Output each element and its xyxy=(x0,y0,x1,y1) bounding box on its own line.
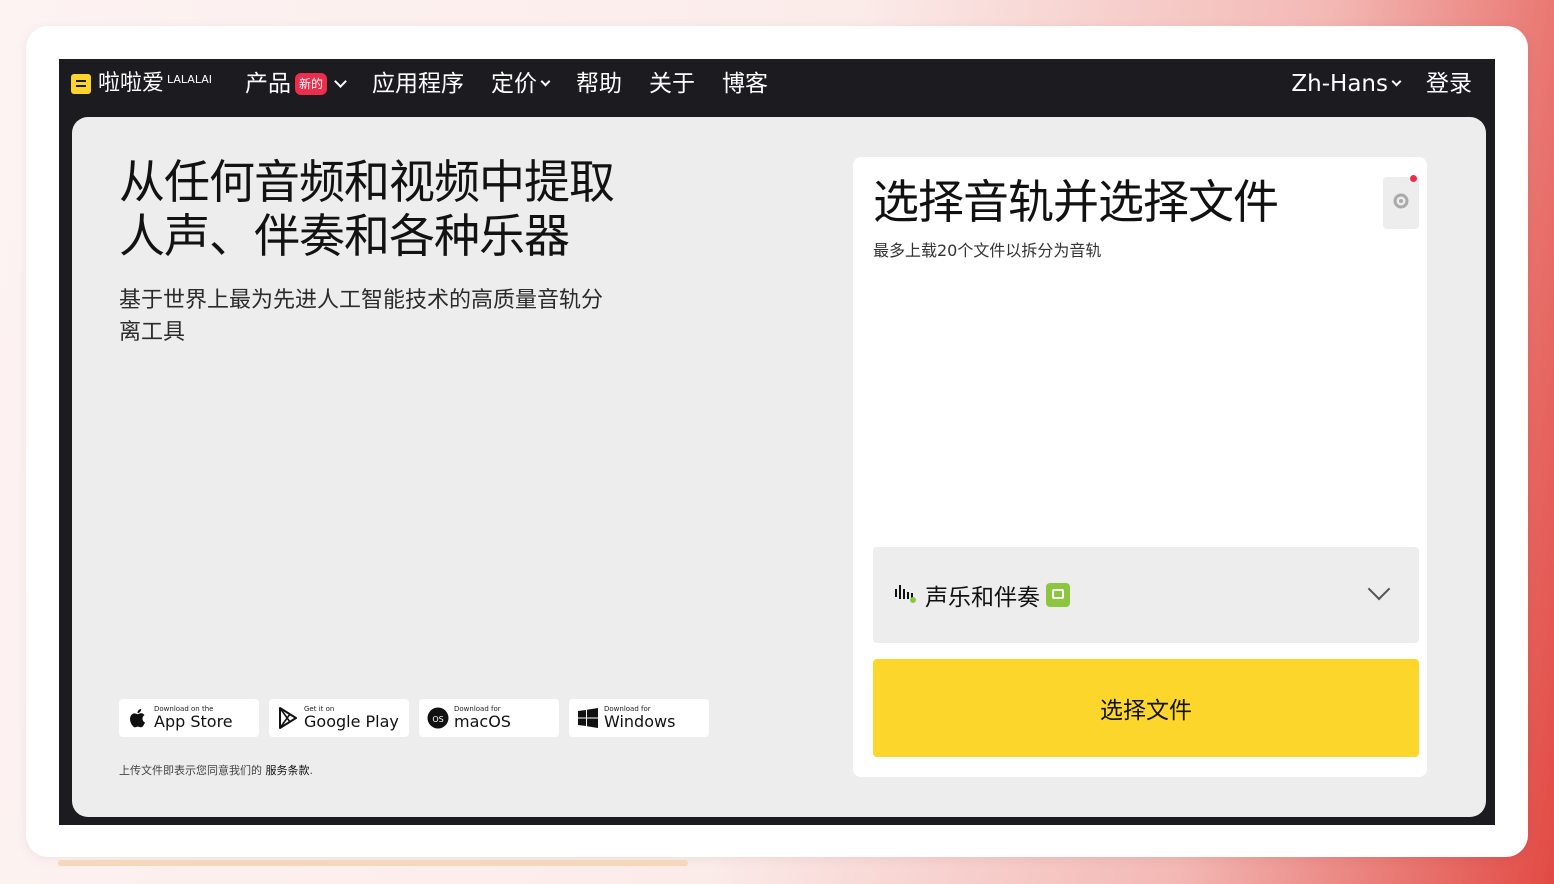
gear-icon xyxy=(1392,192,1410,214)
nav-about[interactable]: 关于 xyxy=(649,68,695,100)
nav-about-label: 关于 xyxy=(649,71,696,97)
nav-pricing[interactable]: 定价 xyxy=(491,68,551,100)
notification-dot xyxy=(1410,175,1417,182)
svg-text:OS: OS xyxy=(432,715,443,724)
nav-blog[interactable]: 博客 xyxy=(722,68,768,100)
upload-card: 选择音轨并选择文件 最多上载20个文件以拆分为音轨 声乐和伴奏 选择文件 xyxy=(853,157,1427,777)
google-play-icon xyxy=(277,707,299,729)
nav-help[interactable]: 帮助 xyxy=(576,68,622,100)
page-title: 从任何音频和视频中提取 人声、伴奏和各种乐器 xyxy=(119,155,679,263)
store-badges: Download on the App Store Get it on Goog… xyxy=(119,699,719,737)
macos-big: macOS xyxy=(454,712,511,731)
card-subtitle: 最多上载20个文件以拆分为音轨 xyxy=(873,241,1102,260)
chevron-down-icon xyxy=(1367,577,1391,601)
main-content: 从任何音频和视频中提取 人声、伴奏和各种乐器 基于世界上最为先进人工智能技术的高… xyxy=(72,117,1486,817)
app-window: 啦啦爱 LALALAI 产品 新的 应用程序 定价 帮助 关于 博客 Zh-Ha… xyxy=(59,59,1495,825)
windows-big: Windows xyxy=(604,712,676,731)
login-link[interactable]: 登录 xyxy=(1426,68,1472,100)
track-badge-icon xyxy=(1046,583,1070,607)
language-selector[interactable]: Zh-Hans xyxy=(1291,68,1402,100)
headline-line-1: 从任何音频和视频中提取 xyxy=(119,155,615,209)
nav-products-label: 产品 xyxy=(245,71,291,97)
nav-apps[interactable]: 应用程序 xyxy=(372,68,464,100)
nav-apps-label: 应用程序 xyxy=(372,71,465,97)
language-label: Zh-Hans xyxy=(1291,71,1388,97)
google-play-big: Google Play xyxy=(304,712,399,731)
terms-suffix: . xyxy=(309,764,314,777)
logo-text: 啦啦爱 xyxy=(98,71,165,96)
app-store-button[interactable]: Download on the App Store xyxy=(119,699,259,737)
logo[interactable]: 啦啦爱 LALALAI xyxy=(71,72,212,96)
terms-link[interactable]: 服务条款 xyxy=(266,764,310,777)
nav-right: Zh-Hans 登录 xyxy=(1265,68,1472,100)
nav-help-label: 帮助 xyxy=(576,71,623,97)
google-play-button[interactable]: Get it on Google Play xyxy=(269,699,409,737)
google-play-text: Get it on Google Play xyxy=(304,705,399,731)
waveform-icon xyxy=(893,581,919,609)
chevron-down-icon xyxy=(334,74,347,88)
terms-notice: 上传文件即表示您同意我们的 服务条款. xyxy=(119,762,313,778)
app-store-big: App Store xyxy=(154,712,233,731)
page-subtitle: 基于世界上最为先进人工智能技术的高质量音轨分离工具 xyxy=(119,288,604,345)
app-store-text: Download on the App Store xyxy=(154,705,233,731)
chevron-down-icon xyxy=(540,76,551,86)
login-label: 登录 xyxy=(1426,71,1472,97)
top-nav: 啦啦爱 LALALAI 产品 新的 应用程序 定价 帮助 关于 博客 Zh-Ha… xyxy=(59,59,1495,111)
track-type-label: 声乐和伴奏 xyxy=(925,585,1040,611)
new-badge: 新的 xyxy=(295,73,328,95)
windows-text: Download for Windows xyxy=(604,705,675,731)
track-type-select[interactable]: 声乐和伴奏 xyxy=(873,547,1419,643)
apple-icon xyxy=(127,707,149,729)
nav-products[interactable]: 产品 新的 xyxy=(245,68,347,100)
nav-pricing-label: 定价 xyxy=(491,71,538,97)
macos-icon: OS xyxy=(427,707,449,729)
card-title: 选择音轨并选择文件 xyxy=(873,175,1279,229)
windows-button[interactable]: Download for Windows xyxy=(569,699,709,737)
chevron-down-icon xyxy=(1391,76,1402,86)
nav-blog-label: 博客 xyxy=(722,71,769,97)
nav-menu: 产品 新的 应用程序 定价 帮助 关于 博客 xyxy=(245,68,795,100)
windows-icon xyxy=(577,707,599,729)
terms-text: 上传文件即表示您同意我们的 xyxy=(119,764,266,777)
logo-sup: LALALAI xyxy=(167,73,212,86)
settings-button[interactable] xyxy=(1383,175,1419,229)
macos-text: Download for macOS xyxy=(454,705,511,731)
headline-line-2: 人声、伴奏和各种乐器 xyxy=(119,209,570,263)
progress-line xyxy=(58,860,688,866)
macos-button[interactable]: OS Download for macOS xyxy=(419,699,559,737)
choose-file-button[interactable]: 选择文件 xyxy=(873,659,1419,757)
logo-icon xyxy=(71,74,91,94)
